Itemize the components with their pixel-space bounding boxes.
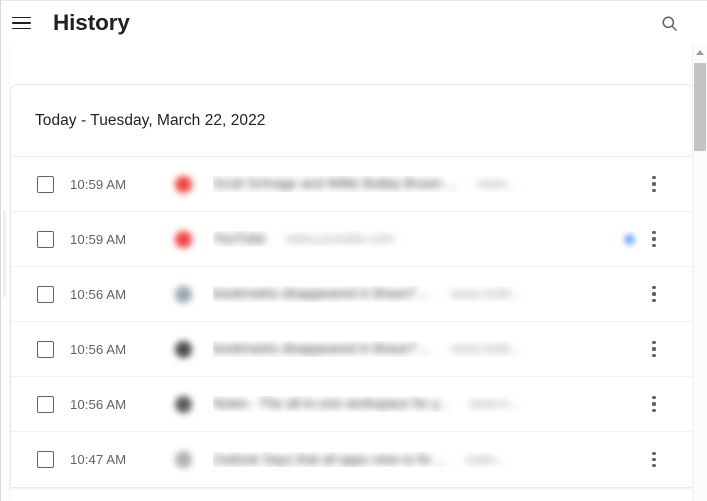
menu-dot [652, 237, 656, 241]
row-time: 10:59 AM [70, 176, 127, 192]
row-title: YouTube [213, 231, 266, 247]
row-time: 10:47 AM [70, 452, 127, 467]
menu-dot [652, 353, 656, 357]
history-card: Today - Tuesday, March 22, 2022 10:59 AM… [10, 84, 694, 487]
row-checkbox[interactable] [37, 230, 54, 248]
vertical-scrollbar[interactable] [692, 45, 707, 501]
row-checkbox[interactable] [37, 451, 54, 468]
row-url: www.n... [469, 396, 520, 412]
table-row[interactable]: 10:56 AM bookmarks disappeared in Brave?… [11, 322, 693, 377]
menu-dot [652, 402, 656, 406]
page-title: History [53, 9, 130, 35]
more-vertical-icon[interactable] [643, 226, 665, 252]
row-content[interactable]: Outlook Says that all apps view to fix .… [213, 452, 574, 467]
row-content[interactable]: bookmarks disappeared in Brave? ... www.… [213, 286, 581, 301]
menu-dot [652, 457, 656, 462]
hamburger-bar [12, 16, 31, 19]
date-group-header: Today - Tuesday, March 22, 2022 [11, 85, 693, 157]
row-content[interactable]: YouTube www.youtube.com [213, 231, 505, 246]
row-checkbox[interactable] [37, 395, 54, 413]
row-title: Outlook Says that all apps view to fix .… [213, 451, 446, 467]
menu-dot [652, 286, 656, 290]
menu-dot [652, 341, 656, 345]
scrollbar-thumb[interactable] [694, 63, 706, 151]
date-group-label: Today - Tuesday, March 22, 2022 [35, 111, 266, 129]
favicon-icon [175, 451, 192, 468]
more-vertical-icon[interactable] [643, 281, 665, 307]
search-icon[interactable] [656, 10, 682, 36]
menu-dot [652, 396, 656, 400]
row-url: www.youtube.com [285, 231, 395, 247]
row-title: bookmarks disappeared in Brave? ... [213, 341, 432, 357]
favicon-icon [175, 175, 192, 193]
row-time: 10:56 AM [70, 286, 127, 302]
favicon-icon [175, 230, 192, 248]
menu-dot [652, 298, 656, 302]
more-vertical-icon[interactable] [643, 336, 665, 362]
menu-dot [652, 292, 656, 296]
table-row[interactable]: 10:56 AM Notes - The all-in-one workspac… [11, 377, 693, 432]
menu-dot [652, 188, 656, 192]
menu-dot [652, 231, 656, 235]
row-checkbox[interactable] [37, 285, 54, 303]
row-checkbox[interactable] [37, 175, 54, 193]
table-row[interactable]: 10:59 AM YouTube www.youtube.com [11, 212, 693, 267]
row-title: Scott Schrage and Willie Bobby Brown ... [213, 176, 458, 192]
history-window: History Today - Tuesday, March 22, 2022 … [0, 0, 707, 501]
menu-dot [652, 464, 656, 468]
favicon-icon [175, 340, 192, 358]
menu-dot [652, 347, 656, 351]
hamburger-bar [12, 27, 31, 30]
hamburger-menu-icon[interactable] [12, 12, 34, 34]
row-content[interactable]: Scott Schrage and Willie Bobby Brown ...… [213, 176, 579, 191]
row-url: www.redd... [451, 286, 522, 302]
more-vertical-icon[interactable] [643, 447, 665, 473]
menu-dot [652, 182, 656, 186]
favicon-icon [175, 395, 192, 413]
hamburger-bar [12, 22, 31, 24]
chevron-up-arrow [696, 50, 704, 55]
favicon-icon [175, 285, 192, 303]
table-row[interactable]: 10:59 AM Scott Schrage and Willie Bobby … [11, 157, 693, 212]
menu-dot [652, 408, 656, 412]
row-checkbox[interactable] [37, 340, 54, 358]
row-title: bookmarks disappeared in Brave? ... [213, 286, 432, 302]
chevron-up-icon[interactable] [693, 45, 707, 60]
top-toolbar: History [1, 1, 707, 45]
row-time: 10:56 AM [70, 396, 127, 412]
row-url: www.redd... [451, 341, 522, 357]
row-time: 10:59 AM [70, 231, 127, 247]
row-url: www... [477, 176, 517, 192]
row-time: 10:56 AM [70, 341, 127, 357]
row-content[interactable]: bookmarks disappeared in Brave? ... www.… [213, 341, 581, 356]
row-content[interactable]: Notes - The all-in-one workspace for y..… [213, 396, 580, 411]
table-row[interactable]: 10:56 AM bookmarks disappeared in Brave?… [11, 267, 693, 322]
status-dot [624, 233, 636, 245]
row-title: Notes - The all-in-one workspace for y..… [213, 396, 450, 412]
left-gutter-highlight [3, 211, 6, 297]
menu-dot [652, 451, 656, 455]
row-url: outlo... [465, 451, 507, 467]
menu-dot [652, 243, 656, 247]
more-vertical-icon[interactable] [643, 391, 665, 417]
history-scroll-region: Today - Tuesday, March 22, 2022 10:59 AM… [1, 45, 707, 501]
more-vertical-icon[interactable] [643, 171, 665, 197]
menu-dot [652, 176, 656, 180]
table-row[interactable]: 10:47 AM Outlook Says that all apps view… [11, 432, 693, 487]
